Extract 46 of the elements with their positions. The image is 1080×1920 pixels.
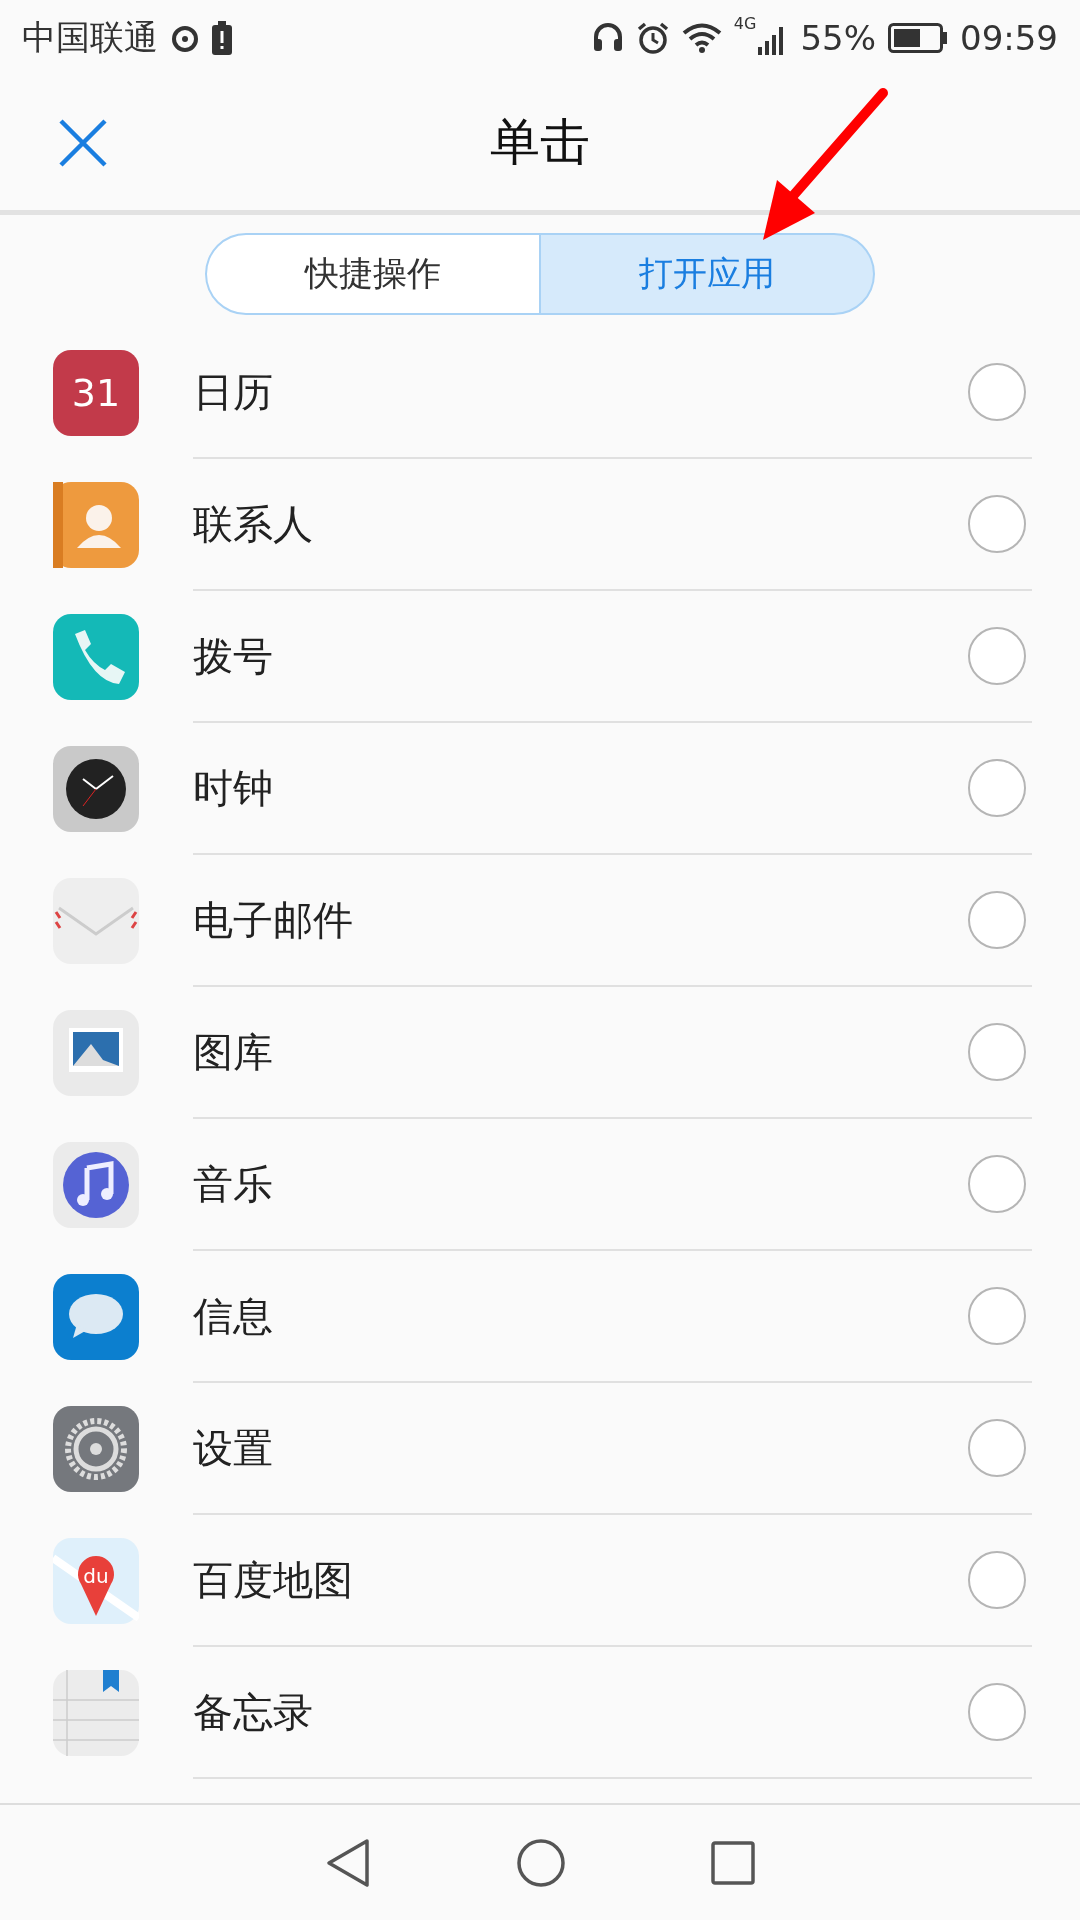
app-name: 电子邮件 bbox=[193, 895, 354, 945]
app-icon bbox=[53, 1670, 139, 1756]
radio-button[interactable] bbox=[968, 627, 1026, 685]
app-icon bbox=[53, 1274, 139, 1360]
recents-button[interactable] bbox=[711, 1840, 755, 1885]
wifi-icon bbox=[681, 21, 722, 54]
radio-button[interactable] bbox=[968, 759, 1026, 817]
battery-icon bbox=[888, 22, 948, 53]
app-name: 音乐 bbox=[193, 1159, 274, 1209]
page-title: 单击 bbox=[490, 112, 590, 173]
battery-percent: 55% bbox=[800, 17, 876, 58]
back-button[interactable] bbox=[325, 1837, 371, 1888]
radio-button[interactable] bbox=[968, 1419, 1026, 1477]
carrier-name: 中国联通 bbox=[22, 15, 158, 59]
battery-alert-icon bbox=[212, 20, 232, 55]
app-icon bbox=[53, 614, 139, 700]
app-name: 信息 bbox=[193, 1291, 274, 1341]
radio-button[interactable] bbox=[968, 1155, 1026, 1213]
network-type: 4G bbox=[733, 14, 757, 33]
app-name: 百度地图 bbox=[193, 1555, 354, 1605]
icon-label: 31 bbox=[71, 371, 121, 415]
home-button[interactable] bbox=[516, 1837, 566, 1888]
radio-button[interactable] bbox=[968, 1023, 1026, 1081]
app-name: 日历 bbox=[193, 367, 274, 417]
clock-time: 09:59 bbox=[960, 17, 1058, 58]
app-name: 联系人 bbox=[193, 499, 314, 549]
radio-button[interactable] bbox=[968, 1683, 1026, 1741]
segment-tab[interactable]: 快捷操作 bbox=[205, 233, 540, 315]
radio-button[interactable] bbox=[968, 363, 1026, 421]
app-icon bbox=[53, 482, 139, 568]
app-icon bbox=[53, 878, 139, 964]
radio-button[interactable] bbox=[968, 891, 1026, 949]
app-icon bbox=[53, 1406, 139, 1492]
app-name: 备忘录 bbox=[193, 1687, 314, 1737]
radio-button[interactable] bbox=[968, 495, 1026, 553]
app-icon bbox=[53, 746, 139, 832]
app-icon bbox=[53, 1010, 139, 1096]
radio-button[interactable] bbox=[968, 1551, 1026, 1609]
icon-label: du bbox=[83, 1564, 109, 1588]
radio-button[interactable] bbox=[968, 1287, 1026, 1345]
app-name: 设置 bbox=[193, 1423, 274, 1473]
app-name: 时钟 bbox=[193, 763, 274, 813]
app-icon bbox=[53, 1142, 139, 1228]
alarm-icon bbox=[635, 20, 670, 55]
app-name: 拨号 bbox=[193, 631, 274, 681]
app-name: 图库 bbox=[193, 1027, 274, 1077]
